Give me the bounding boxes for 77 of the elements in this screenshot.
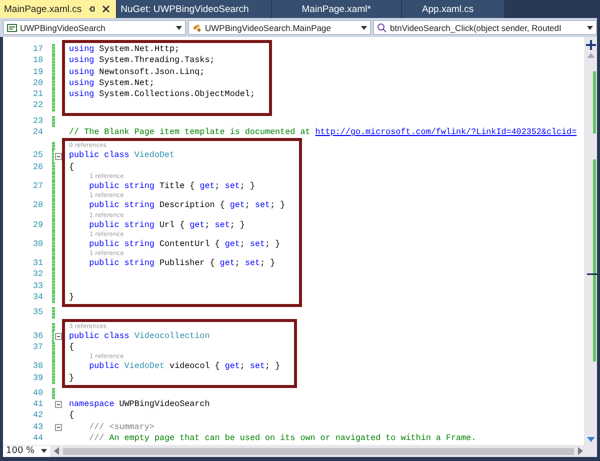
right-arrow-icon[interactable] — [578, 447, 583, 455]
collapse-icon[interactable] — [55, 401, 62, 408]
line-number: 36 — [32, 330, 43, 342]
line-number: 42 — [32, 410, 43, 422]
code-line: using Newtonsoft.Json.Linq; — [69, 66, 206, 78]
line-number: 20 — [32, 78, 43, 90]
line-number: 17 — [32, 44, 43, 56]
caret-icon — [176, 26, 182, 30]
code-line: { — [69, 342, 76, 354]
split-icon[interactable] — [586, 40, 596, 50]
line-number: 21 — [32, 89, 43, 100]
line-number: 34 — [32, 292, 43, 304]
navigation-dropdown[interactable]: UWPBingVideoSearch.MainPage — [188, 20, 371, 35]
line-number: 30 — [32, 238, 43, 250]
down-arrow-icon[interactable] — [586, 437, 594, 442]
close-icon[interactable] — [102, 5, 110, 13]
line-number: 24 — [32, 127, 43, 138]
navigation-dropdown[interactable]: UWPBingVideoSearch — [3, 20, 186, 35]
line-number: 43 — [32, 422, 43, 434]
line-number: 40 — [32, 388, 43, 400]
line-number: 35 — [32, 307, 43, 319]
line-number: 44 — [32, 433, 43, 444]
code-line: public string Title { get; set; } — [88, 180, 256, 192]
code-line: public ViedoDet videocol { get; set; } — [88, 361, 280, 373]
line-number: 23 — [32, 116, 43, 128]
zoom-dropdown[interactable]: 100 % — [3, 446, 50, 456]
line-number: 27 — [32, 180, 43, 192]
line-number: 41 — [32, 399, 43, 410]
collapse-icon[interactable] — [55, 332, 62, 340]
horizontal-scrollbar-thumb[interactable] — [62, 448, 574, 454]
line-number: 18 — [32, 55, 43, 67]
code-line: // The Blank Page item template is documented at http://go.microsoft.com/fwlink/?LinkId=402352&clcid= — [69, 127, 577, 138]
caret-icon — [40, 449, 47, 453]
line-number: 22 — [32, 100, 43, 112]
code-link[interactable]: http://go.microsoft.com/fwlink/?LinkId=402352&clcid= — [315, 127, 577, 138]
class-icon — [192, 22, 202, 32]
line-number: 37 — [32, 342, 43, 354]
code-line: { — [69, 162, 76, 173]
line-number: 33 — [32, 280, 43, 292]
code-line: { — [69, 410, 76, 422]
navigation-dropdown[interactable]: btnVideoSearch_Click(object sender, RoutedI — [373, 20, 597, 35]
code-line: public string Description { get; set; } — [88, 200, 286, 212]
caret-icon — [587, 26, 593, 30]
code-line: public string ContentUrl { get; set; } — [88, 238, 282, 250]
line-number: 39 — [32, 372, 43, 384]
pin-icon[interactable] — [88, 5, 96, 13]
code-line: public class Videocollection — [69, 330, 211, 342]
collapse-icon[interactable] — [55, 424, 62, 431]
code-line: public string Publisher { get; set; } — [88, 258, 276, 270]
code-line: using System.Net; — [69, 78, 156, 90]
code-line: /// <summary> — [88, 422, 156, 434]
code-line: } — [69, 372, 76, 384]
line-number: 26 — [32, 162, 43, 173]
project-icon — [7, 22, 17, 32]
document-tab[interactable]: MainPage.xaml* — [272, 0, 401, 18]
code-line: using System.Collections.ObjectModel; — [69, 89, 255, 100]
collapse-icon[interactable] — [55, 152, 62, 160]
line-number: 32 — [32, 269, 43, 281]
code-line: using System.Threading.Tasks; — [69, 55, 216, 67]
left-arrow-icon[interactable] — [54, 447, 59, 455]
line-number: 29 — [32, 220, 43, 231]
code-line: public class ViedoDet — [69, 150, 176, 162]
line-number: 31 — [32, 258, 43, 270]
code-line: namespace UWPBingVideoSearch — [69, 399, 211, 410]
caret-icon — [361, 26, 367, 30]
document-tab[interactable]: NuGet: UWPBingVideoSearch — [116, 0, 271, 18]
document-tab[interactable]: MainPage.xaml.cs — [0, 0, 116, 18]
code-line: using System.Net.Http; — [69, 44, 181, 56]
line-number: 28 — [32, 200, 43, 212]
code-line: public string Url { get; set; } — [88, 220, 246, 231]
document-tab[interactable]: App.xaml.cs — [402, 0, 504, 18]
line-number: 38 — [32, 361, 43, 373]
line-number: 25 — [32, 150, 43, 162]
code-line: /// An empty page that can be used on its own or navigated to within a Frame. — [88, 433, 476, 444]
vertical-scrollbar[interactable] — [584, 37, 597, 445]
line-number: 19 — [32, 66, 43, 78]
code-line: } — [69, 292, 76, 304]
